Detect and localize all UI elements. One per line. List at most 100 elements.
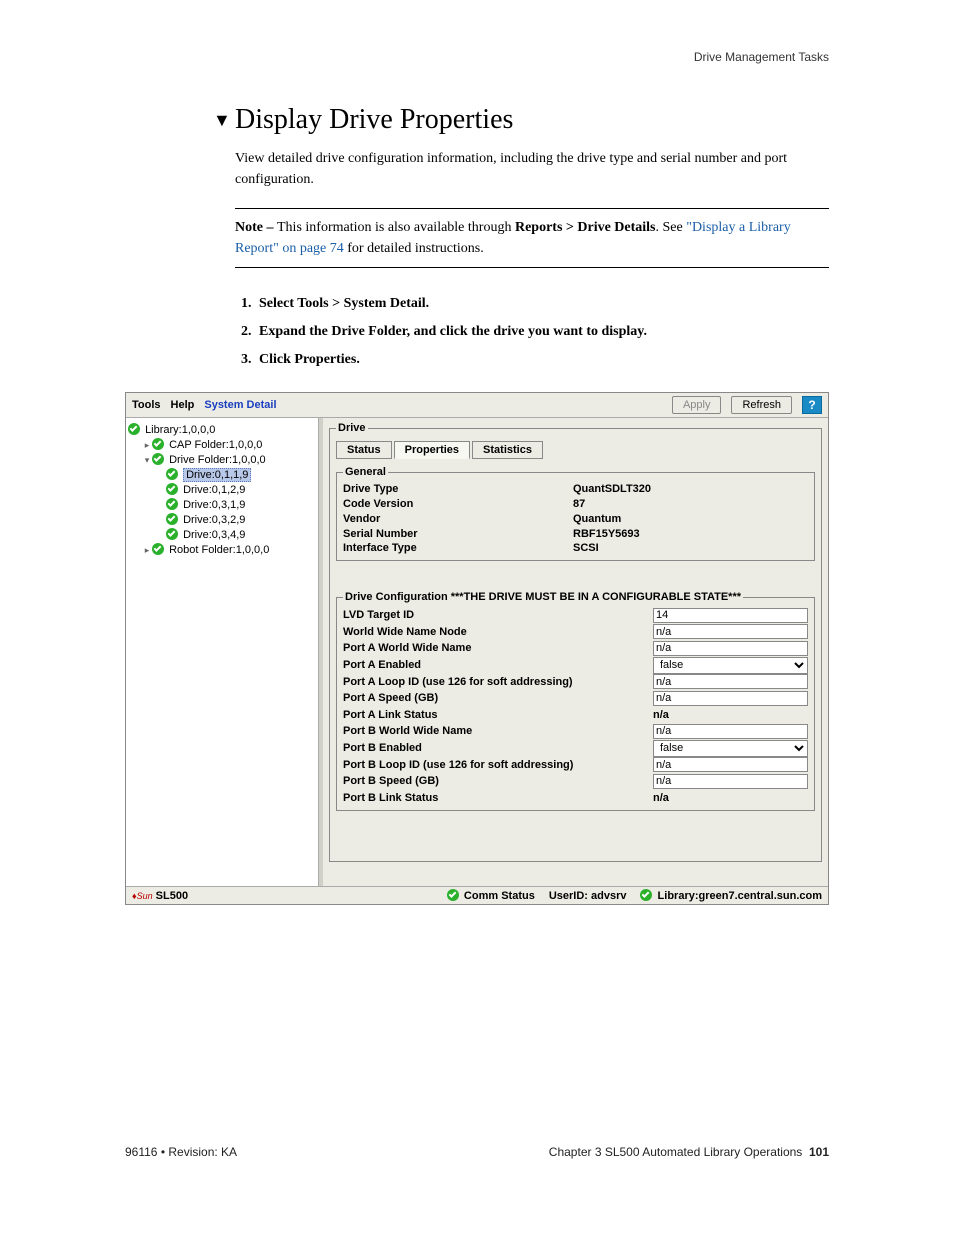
tree-node[interactable]: Drive:0,1,1,9 xyxy=(128,467,316,482)
user-id: UserID: advsrv xyxy=(549,890,627,902)
config-row: Port A Enabledfalse xyxy=(343,657,808,674)
running-header: Drive Management Tasks xyxy=(125,50,829,64)
step-2: Expand the Drive Folder, and click the d… xyxy=(255,318,829,346)
main-panel: Drive StatusPropertiesStatistics General… xyxy=(319,418,828,886)
config-input[interactable] xyxy=(653,757,808,772)
drive-legend: Drive xyxy=(336,422,368,434)
config-input[interactable] xyxy=(653,691,808,706)
tab-bar: StatusPropertiesStatistics xyxy=(336,440,815,458)
general-value: Quantum xyxy=(573,512,808,527)
general-row: Interface TypeSCSI xyxy=(343,541,808,556)
tree-label[interactable]: Robot Folder:1,0,0,0 xyxy=(169,544,269,556)
drive-config-fieldset: Drive Configuration ***THE DRIVE MUST BE… xyxy=(336,591,815,811)
config-input[interactable] xyxy=(653,674,808,689)
step-3: Click Properties. xyxy=(255,346,829,374)
toolbar: Tools Help System Detail Apply Refresh ? xyxy=(126,393,828,418)
note-text-2: . See xyxy=(656,220,687,235)
status-bar: ♦Sun SL500 Comm Status UserID: advsrv Li… xyxy=(126,886,828,904)
check-icon xyxy=(447,889,459,901)
tree-label[interactable]: Drive Folder:1,0,0,0 xyxy=(169,454,266,466)
tree-label[interactable]: Drive:0,3,1,9 xyxy=(183,499,245,511)
general-row: Serial NumberRBF15Y5693 xyxy=(343,527,808,542)
config-key: Port B Enabled xyxy=(343,740,653,757)
check-icon xyxy=(640,889,652,901)
tree-label[interactable]: Library:1,0,0,0 xyxy=(145,424,215,436)
expand-icon[interactable]: ▾ xyxy=(142,455,152,466)
expand-icon[interactable]: ▸ xyxy=(142,545,152,556)
tree-node[interactable]: Library:1,0,0,0 xyxy=(128,422,316,437)
config-input[interactable] xyxy=(653,608,808,623)
drive-fieldset: Drive StatusPropertiesStatistics General… xyxy=(329,422,822,862)
footer-right: Chapter 3 SL500 Automated Library Operat… xyxy=(549,1145,829,1159)
tree-label[interactable]: CAP Folder:1,0,0,0 xyxy=(169,439,262,451)
menu-tools[interactable]: Tools xyxy=(132,399,161,411)
tree-panel: Library:1,0,0,0▸ CAP Folder:1,0,0,0▾ Dri… xyxy=(126,418,319,886)
config-select[interactable]: false xyxy=(653,740,808,757)
tree-node[interactable]: ▸ CAP Folder:1,0,0,0 xyxy=(128,437,316,452)
config-row: Port B Speed (GB) xyxy=(343,773,808,790)
page-footer: 96116 • Revision: KA Chapter 3 SL500 Aut… xyxy=(125,1145,829,1159)
tab-statistics[interactable]: Statistics xyxy=(472,441,543,459)
config-row: Port A Speed (GB) xyxy=(343,690,808,707)
general-value: SCSI xyxy=(573,541,808,556)
general-row: VendorQuantum xyxy=(343,512,808,527)
config-key: World Wide Name Node xyxy=(343,624,653,641)
config-key: Port A Link Status xyxy=(343,707,653,724)
check-icon xyxy=(152,453,164,465)
tree-node[interactable]: Drive:0,3,2,9 xyxy=(128,512,316,527)
general-value: QuantSDLT320 xyxy=(573,482,808,497)
general-row: Drive TypeQuantSDLT320 xyxy=(343,482,808,497)
check-icon xyxy=(166,468,178,480)
general-row: Code Version87 xyxy=(343,497,808,512)
general-key: Code Version xyxy=(343,497,573,512)
footer-left: 96116 • Revision: KA xyxy=(125,1145,237,1159)
tree-node[interactable]: Drive:0,3,4,9 xyxy=(128,527,316,542)
general-legend: General xyxy=(343,466,388,478)
config-row: Port A Loop ID (use 126 for soft address… xyxy=(343,674,808,691)
app-window: Tools Help System Detail Apply Refresh ?… xyxy=(125,392,829,905)
note-bold-path: Reports > Drive Details xyxy=(515,220,656,235)
note-text-3: for detailed instructions. xyxy=(344,241,484,256)
config-input[interactable] xyxy=(653,641,808,656)
config-row: LVD Target ID xyxy=(343,607,808,624)
config-row: World Wide Name Node xyxy=(343,624,808,641)
general-value: RBF15Y5693 xyxy=(573,527,808,542)
config-key: Port A Enabled xyxy=(343,657,653,674)
tree-label[interactable]: Drive:0,3,2,9 xyxy=(183,514,245,526)
general-key: Interface Type xyxy=(343,541,573,556)
general-fieldset: General Drive TypeQuantSDLT320Code Versi… xyxy=(336,466,815,561)
config-select[interactable]: false xyxy=(653,657,808,674)
config-input[interactable] xyxy=(653,724,808,739)
config-key: Port B Link Status xyxy=(343,790,653,807)
drive-config-legend: Drive Configuration ***THE DRIVE MUST BE… xyxy=(343,591,743,603)
tree-label[interactable]: Drive:0,1,2,9 xyxy=(183,484,245,496)
menu-system-detail[interactable]: System Detail xyxy=(204,399,276,411)
tree-node[interactable]: Drive:0,1,2,9 xyxy=(128,482,316,497)
config-key: Port A Speed (GB) xyxy=(343,690,653,707)
check-icon xyxy=(152,438,164,450)
note-lead: Note – xyxy=(235,220,277,235)
help-icon[interactable]: ? xyxy=(802,396,822,414)
config-key: Port A World Wide Name xyxy=(343,640,653,657)
note-text-1: This information is also available throu… xyxy=(277,220,515,235)
refresh-button[interactable]: Refresh xyxy=(731,396,792,414)
config-input[interactable] xyxy=(653,624,808,639)
expand-icon[interactable]: ▸ xyxy=(142,440,152,451)
tree-label[interactable]: Drive:0,3,4,9 xyxy=(183,529,245,541)
tree-node[interactable]: ▾ Drive Folder:1,0,0,0 xyxy=(128,452,316,467)
tree-node[interactable]: ▸ Robot Folder:1,0,0,0 xyxy=(128,542,316,557)
config-input[interactable] xyxy=(653,774,808,789)
general-key: Serial Number xyxy=(343,527,573,542)
apply-button[interactable]: Apply xyxy=(672,396,722,414)
tab-properties[interactable]: Properties xyxy=(394,441,470,459)
general-key: Drive Type xyxy=(343,482,573,497)
menu-help[interactable]: Help xyxy=(171,399,195,411)
tab-status[interactable]: Status xyxy=(336,441,392,459)
tree-label[interactable]: Drive:0,1,1,9 xyxy=(183,468,251,482)
check-icon xyxy=(166,483,178,495)
config-key: Port B Loop ID (use 126 for soft address… xyxy=(343,757,653,774)
check-icon xyxy=(166,498,178,510)
config-static-value: n/a xyxy=(653,792,669,804)
section-title: Display Drive Properties xyxy=(125,104,829,136)
tree-node[interactable]: Drive:0,3,1,9 xyxy=(128,497,316,512)
